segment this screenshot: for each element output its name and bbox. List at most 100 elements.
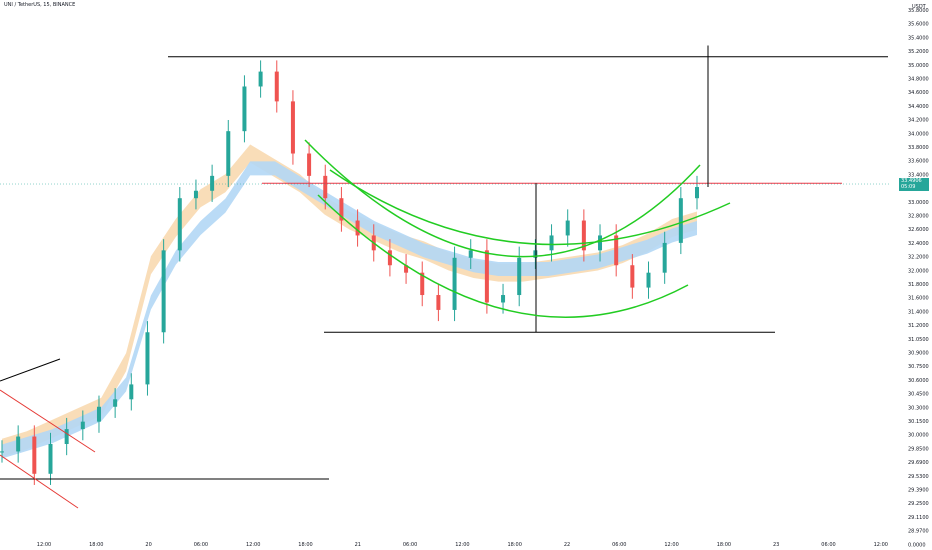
candle-body — [452, 257, 457, 310]
candle-body — [226, 131, 231, 176]
price-tick-label: 29.5300 — [908, 474, 929, 480]
price-tick-label: 34.4000 — [908, 104, 929, 110]
price-tick-label: 32.4000 — [908, 241, 929, 247]
candle-body — [598, 235, 603, 251]
time-tick-label: 06:00 — [194, 542, 208, 548]
candle-body — [129, 384, 134, 400]
candle-body — [80, 421, 85, 430]
time-tick-label: 23 — [773, 542, 779, 548]
countdown-label: 05:09 — [901, 184, 916, 190]
time-axis: 12:00 18:00 20 06:00 12:00 18:00 21 06:00 12:00 1… — [37, 542, 888, 548]
candle-body — [161, 250, 166, 333]
candle-body — [48, 443, 53, 474]
candlesticks — [0, 60, 699, 485]
candle-body — [549, 235, 554, 251]
time-tick-label: 20 — [145, 542, 151, 548]
candle-body — [145, 332, 150, 385]
candle-body — [484, 250, 489, 303]
candle-body — [32, 436, 37, 474]
price-tick-label: 0.0000 — [908, 542, 926, 548]
candle-body — [678, 198, 683, 243]
price-tick-label: 35.2000 — [908, 49, 929, 55]
time-tick-label: 12:00 — [37, 542, 51, 548]
price-tick-label: 32.0000 — [908, 268, 929, 274]
time-tick-label: 12:00 — [246, 542, 260, 548]
candle-body — [646, 272, 651, 288]
price-tick-label: 34.0000 — [908, 131, 929, 137]
candle-body — [210, 175, 215, 191]
price-tick-label: 30.1500 — [908, 419, 929, 425]
price-tick-label: 34.2000 — [908, 118, 929, 124]
price-tick-label: 29.1100 — [908, 515, 929, 521]
price-tick-label: 35.0000 — [908, 63, 929, 69]
channel-line — [0, 454, 79, 509]
price-tick-label: 29.6900 — [908, 460, 929, 466]
candle-body — [177, 198, 182, 251]
candle-body — [242, 86, 247, 132]
price-tick-label: 35.4000 — [908, 35, 929, 41]
price-tick-label: 29.3900 — [908, 488, 929, 494]
price-tick-label: 34.8000 — [908, 77, 929, 83]
candle-body — [274, 71, 279, 102]
candle-body — [323, 175, 328, 199]
time-tick-label: 12:00 — [664, 542, 678, 548]
candle-body — [517, 257, 522, 296]
candle-body — [193, 190, 198, 199]
candle-body — [290, 101, 295, 154]
price-chart[interactable]: USDT35.800035.600035.400035.200035.00003… — [0, 0, 932, 550]
time-tick-label: 12:00 — [874, 542, 888, 548]
current-price-badge: 33.4906 05:09 — [899, 178, 929, 191]
price-tick-label: 33.0000 — [908, 200, 929, 206]
price-tick-label: 29.2500 — [908, 501, 929, 507]
time-tick-label: 12:00 — [455, 542, 469, 548]
price-tick-label: 35.6000 — [908, 22, 929, 28]
price-axis: USDT35.800035.600035.400035.200035.00003… — [908, 4, 929, 548]
time-tick-label: 06:00 — [403, 542, 417, 548]
price-tick-label: 30.6000 — [908, 378, 929, 384]
price-tick-label: 31.0500 — [908, 337, 929, 343]
price-tick-label: 31.2000 — [908, 323, 929, 329]
time-tick-label: 18:00 — [89, 542, 103, 548]
candle-body — [113, 399, 118, 407]
price-tick-label: 31.8000 — [908, 282, 929, 288]
chart-title: UNI / TetherUS, 15, BINANCE — [4, 2, 76, 8]
ema-ribbon-band — [2, 161, 697, 459]
price-tick-label: 32.8000 — [908, 214, 929, 220]
price-tick-label: 28.9700 — [908, 529, 929, 535]
price-tick-label: 30.0000 — [908, 433, 929, 439]
price-tick-label: 31.4000 — [908, 309, 929, 315]
time-tick-label: 18:00 — [507, 542, 521, 548]
price-tick-label: 35.8000 — [908, 8, 929, 14]
drawing-layer — [0, 45, 890, 509]
candle-body — [695, 187, 699, 199]
candle-body — [307, 153, 312, 176]
price-tick-label: 30.3000 — [908, 405, 929, 411]
time-tick-label: 06:00 — [821, 542, 835, 548]
price-tick-label: 33.8000 — [908, 145, 929, 151]
trend-line — [0, 358, 61, 382]
price-tick-label: 32.6000 — [908, 227, 929, 233]
candle-body — [630, 265, 635, 288]
time-tick-label: 21 — [355, 542, 361, 548]
time-tick-label: 22 — [564, 542, 570, 548]
price-tick-label: 32.2000 — [908, 255, 929, 261]
price-tick-label: 30.4500 — [908, 392, 929, 398]
ema-ribbons — [2, 144, 697, 459]
candle-body — [258, 71, 263, 87]
time-tick-label: 06:00 — [612, 542, 626, 548]
candle-body — [0, 451, 4, 453]
candle-body — [501, 295, 506, 303]
candle-body — [96, 406, 101, 422]
candle-body — [355, 220, 360, 236]
candle-body — [16, 436, 21, 452]
price-tick-label: 31.6000 — [908, 296, 929, 302]
price-tick-label: 29.8500 — [908, 446, 929, 452]
candle-body — [565, 220, 570, 236]
candle-body — [387, 250, 392, 266]
price-tick-label: 30.7500 — [908, 364, 929, 370]
price-tick-label: 33.6000 — [908, 159, 929, 165]
candle-body — [468, 250, 473, 258]
time-tick-label: 18:00 — [298, 542, 312, 548]
candle-body — [436, 295, 441, 310]
price-tick-label: 30.9000 — [908, 351, 929, 357]
